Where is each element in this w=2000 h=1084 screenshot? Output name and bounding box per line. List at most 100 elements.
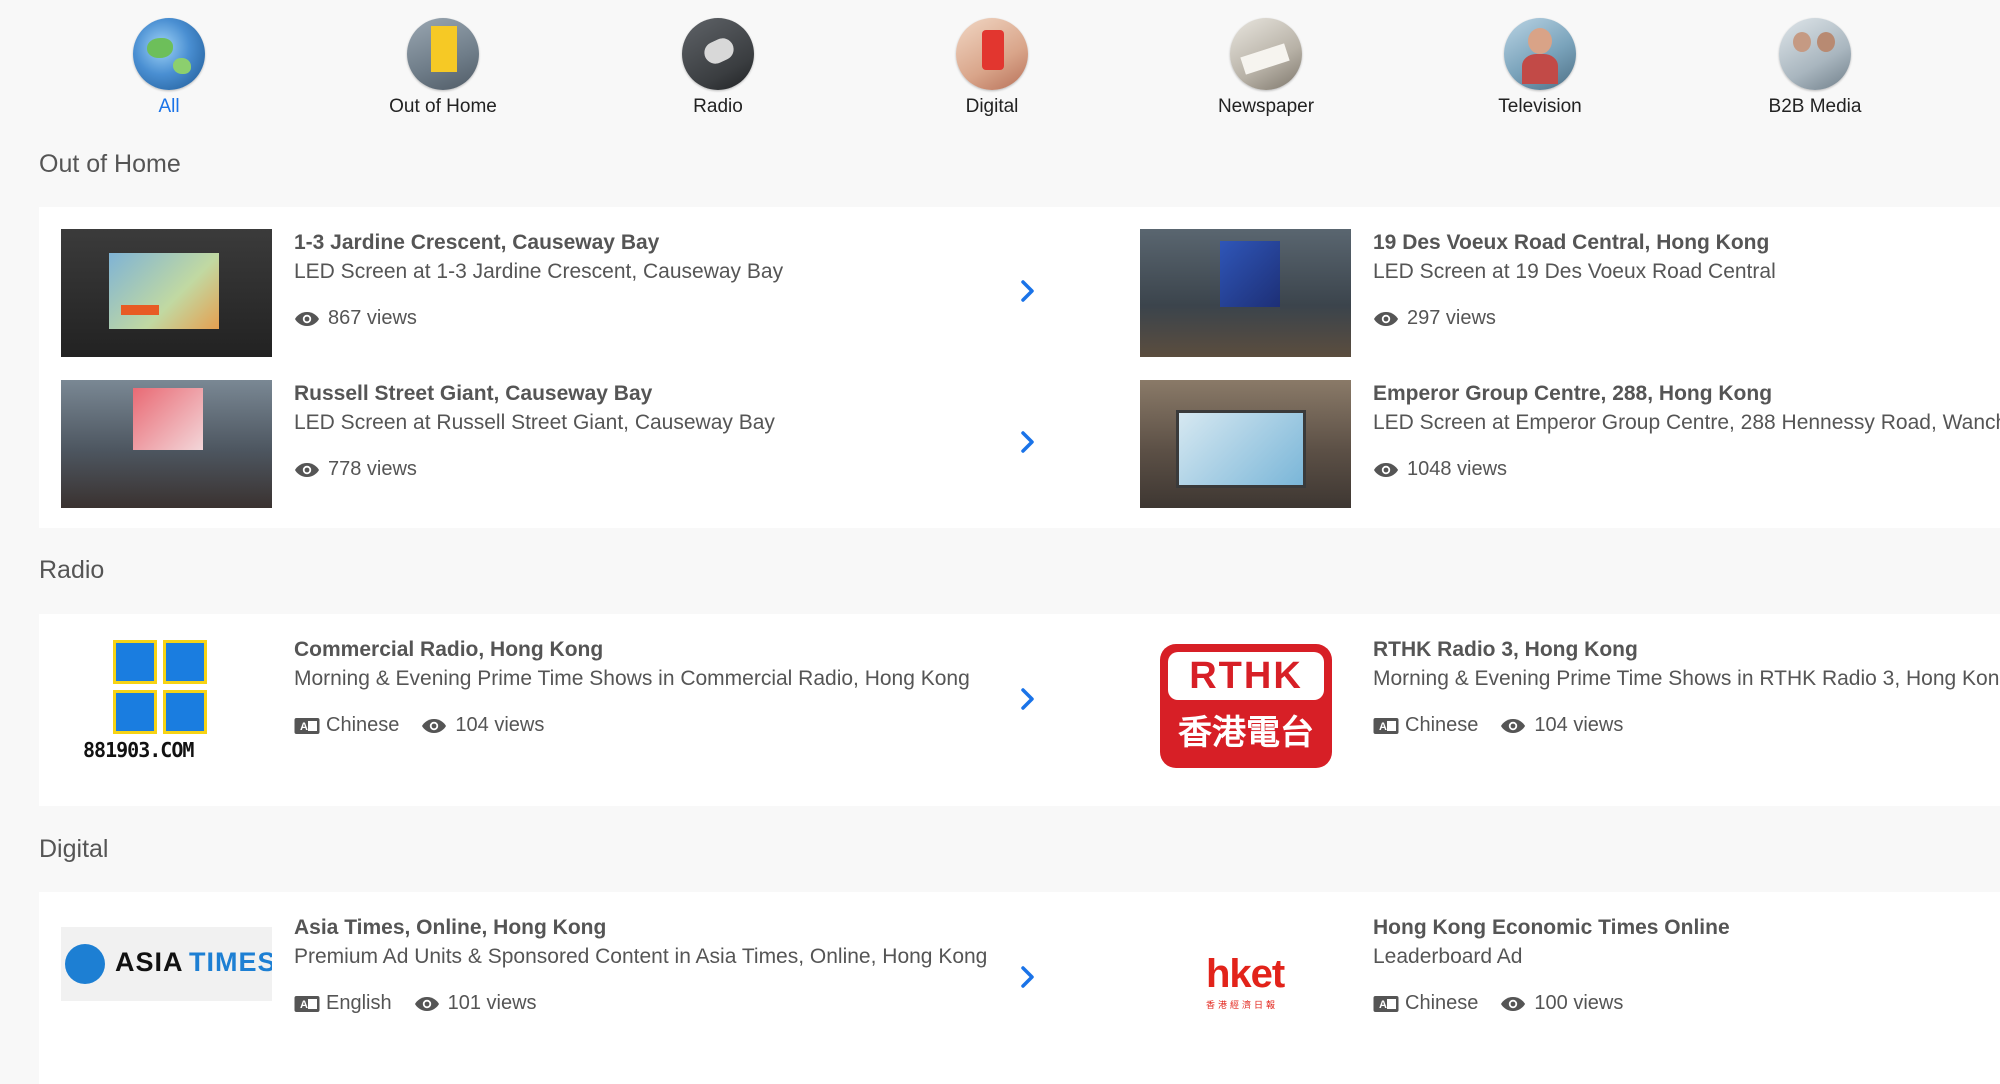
listing-title[interactable]: Commercial Radio, Hong Kong: [294, 636, 970, 664]
view-count: 1048 views: [1407, 458, 1508, 480]
listing-subtitle: Morning & Evening Prime Time Shows in RT…: [1373, 667, 2000, 690]
category-label: Newspaper: [1217, 96, 1315, 117]
digital-panel: ASIA TIMES Asia Times, Online, Hong Kong…: [39, 892, 2000, 1084]
radio-panel: 881903.COM Commercial Radio, Hong Kong M…: [39, 614, 2000, 806]
language-icon: A: [294, 995, 320, 1012]
category-newspaper[interactable]: Newspaper: [1166, 18, 1366, 118]
view-count: 104 views: [1534, 714, 1624, 736]
svg-text:A: A: [300, 999, 308, 1011]
category-all[interactable]: All: [69, 18, 269, 118]
section-title-out-of-home: Out of Home: [39, 150, 181, 178]
eye-icon: [1374, 462, 1398, 477]
eye-icon: [1501, 718, 1526, 733]
chevron-right-icon[interactable]: [1012, 962, 1042, 992]
section-title-radio: Radio: [39, 556, 105, 584]
language-icon: A: [294, 717, 320, 734]
view-count: 297 views: [1407, 307, 1496, 329]
listing-subtitle: LED Screen at 19 Des Voeux Road Central: [1373, 260, 1776, 283]
listing-thumbnail: [61, 229, 272, 357]
category-label: B2B Media: [1768, 96, 1862, 117]
eye-icon: [295, 462, 319, 477]
listing-subtitle: Morning & Evening Prime Time Shows in Co…: [294, 667, 970, 690]
ooh-panel: 1-3 Jardine Crescent, Causeway Bay LED S…: [39, 207, 2000, 528]
listing-subtitle: LED Screen at Russell Street Giant, Caus…: [294, 411, 775, 434]
listing-subtitle: LED Screen at 1-3 Jardine Crescent, Caus…: [294, 260, 784, 283]
logo-text: 881903.COM: [83, 738, 194, 762]
eye-icon: [414, 996, 439, 1011]
eye-icon: [295, 311, 319, 326]
globe-icon: [133, 18, 205, 90]
logo-text: 香港電台: [1178, 714, 1314, 752]
view-count: 100 views: [1534, 992, 1624, 1014]
listing-title[interactable]: Russell Street Giant, Causeway Bay: [294, 380, 775, 408]
language-icon: A: [1373, 717, 1399, 734]
newspaper-icon: [1230, 18, 1302, 90]
listing-title[interactable]: Asia Times, Online, Hong Kong: [294, 914, 987, 942]
language-label: English: [326, 992, 392, 1014]
language-icon: A: [1373, 995, 1399, 1012]
listing-title[interactable]: 1-3 Jardine Crescent, Causeway Bay: [294, 229, 783, 257]
listing-thumbnail: [1140, 229, 1351, 357]
listing-thumbnail: [1140, 380, 1351, 508]
category-b2b-media[interactable]: B2B Media: [1715, 18, 1915, 118]
chevron-right-icon[interactable]: [1012, 276, 1042, 306]
chevron-right-icon[interactable]: [1012, 684, 1042, 714]
view-count: 778 views: [328, 458, 417, 480]
language-label: Chinese: [1405, 992, 1479, 1014]
view-count: 101 views: [447, 992, 537, 1014]
listing-card[interactable]: 1-3 Jardine Crescent, Causeway Bay LED S…: [61, 229, 1081, 359]
category-digital[interactable]: Digital: [892, 18, 1092, 118]
commercial-radio-logo: 881903.COM: [61, 636, 272, 786]
listing-card[interactable]: ASIA TIMES Asia Times, Online, Hong Kong…: [61, 914, 1081, 1044]
category-radio[interactable]: Radio: [618, 18, 818, 118]
smartphone-icon: [956, 18, 1028, 90]
logo-text: RTHK: [1168, 652, 1324, 700]
category-label: Digital: [965, 96, 1019, 117]
view-count: 867 views: [328, 307, 417, 329]
chevron-right-icon[interactable]: [1012, 427, 1042, 457]
business-people-icon: [1779, 18, 1851, 90]
listing-title[interactable]: Emperor Group Centre, 288, Hong Kong: [1373, 380, 2000, 408]
section-title-digital: Digital: [39, 835, 109, 863]
category-television[interactable]: Television: [1440, 18, 1640, 118]
listing-card[interactable]: Russell Street Giant, Causeway Bay LED S…: [61, 380, 1081, 510]
asia-times-logo: ASIA TIMES: [61, 927, 272, 1001]
rthk-logo: RTHK 香港電台: [1140, 636, 1351, 786]
tv-presenter-icon: [1504, 18, 1576, 90]
category-nav: All Out of Home Radio Digital Newspaper …: [0, 18, 2000, 123]
asia-times-emblem-icon: [65, 944, 105, 984]
eye-icon: [422, 718, 447, 733]
listing-card[interactable]: 881903.COM Commercial Radio, Hong Kong M…: [61, 636, 1081, 786]
category-label: All: [158, 96, 180, 117]
billboard-icon: [407, 18, 479, 90]
listing-subtitle: Leaderboard Ad: [1373, 945, 1523, 968]
category-label: Television: [1498, 96, 1582, 117]
listing-subtitle: Premium Ad Units & Sponsored Content in …: [294, 945, 988, 968]
logo-text: hket: [1206, 952, 1285, 996]
eye-icon: [1501, 996, 1526, 1011]
logo-text: 香港經濟日報: [1206, 1000, 1279, 1010]
hket-logo: hket 香港經濟日報: [1140, 914, 1351, 1042]
category-out-of-home[interactable]: Out of Home: [343, 18, 543, 118]
category-label: Out of Home: [389, 96, 497, 117]
listing-thumbnail: [61, 380, 272, 508]
listing-card[interactable]: Emperor Group Centre, 288, Hong Kong LED…: [1140, 380, 2000, 510]
eye-icon: [1374, 311, 1398, 326]
svg-text:A: A: [1379, 721, 1387, 733]
listing-subtitle: LED Screen at Emperor Group Centre, 288 …: [1373, 411, 2000, 434]
microphone-icon: [682, 18, 754, 90]
language-label: Chinese: [326, 714, 400, 736]
language-label: Chinese: [1405, 714, 1479, 736]
listing-title[interactable]: 19 Des Voeux Road Central, Hong Kong: [1373, 229, 1776, 257]
svg-text:A: A: [1379, 999, 1387, 1011]
listing-card[interactable]: hket 香港經濟日報 Hong Kong Economic Times Onl…: [1140, 914, 2000, 1044]
category-label: Radio: [693, 96, 743, 117]
listing-card[interactable]: RTHK 香港電台 RTHK Radio 3, Hong Kong Mornin…: [1140, 636, 2000, 786]
logo-text: ASIA: [115, 947, 184, 977]
logo-text: TIMES: [189, 947, 272, 977]
view-count: 104 views: [455, 714, 545, 736]
listing-title[interactable]: RTHK Radio 3, Hong Kong: [1373, 636, 2000, 664]
listing-card[interactable]: 19 Des Voeux Road Central, Hong Kong LED…: [1140, 229, 2000, 359]
svg-text:A: A: [300, 721, 308, 733]
listing-title[interactable]: Hong Kong Economic Times Online: [1373, 914, 1730, 942]
